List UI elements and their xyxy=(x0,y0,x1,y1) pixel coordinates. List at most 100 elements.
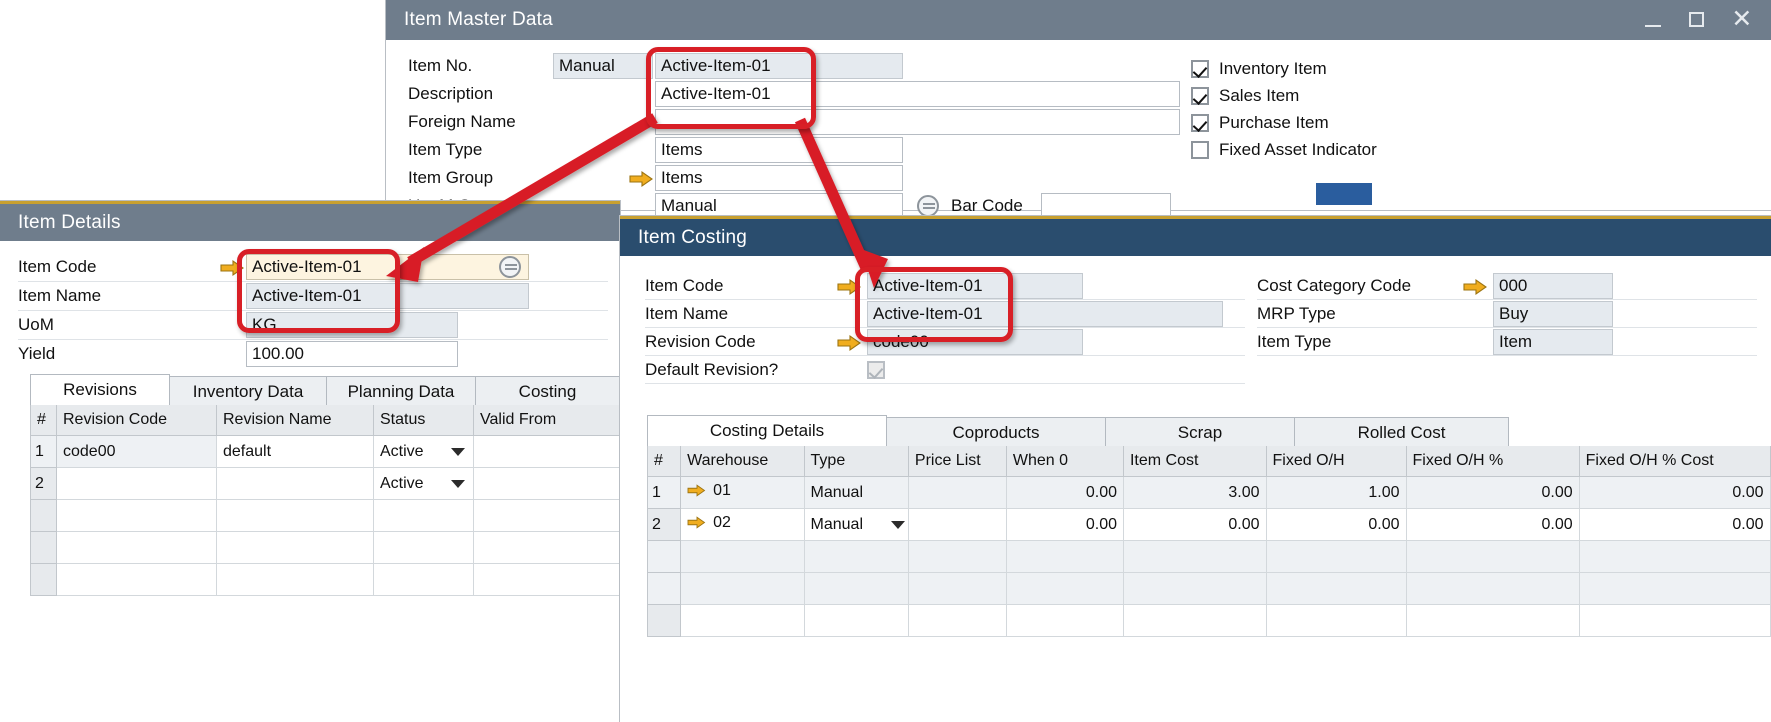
maximize-icon[interactable] xyxy=(1687,9,1709,31)
cell-item-cost[interactable]: 3.00 xyxy=(1123,477,1266,509)
col-type[interactable]: Type xyxy=(804,446,908,477)
cell-when-0[interactable] xyxy=(1006,541,1123,573)
titlebar-item-details[interactable]: Item Details xyxy=(0,201,620,241)
table-row[interactable]: 2 Active xyxy=(31,468,621,500)
cell-item-cost[interactable]: 0.00 xyxy=(1123,509,1266,541)
cell-status[interactable]: Active xyxy=(374,436,474,468)
select-item-group[interactable]: Items xyxy=(655,165,903,191)
select-item-type[interactable]: Items xyxy=(655,137,903,163)
input-item-name[interactable]: Active-Item-01 xyxy=(246,283,529,309)
cell-warehouse[interactable] xyxy=(681,541,804,573)
link-arrow-icon-item-code[interactable] xyxy=(220,257,246,277)
cell-fixed-oh-pct-cost[interactable] xyxy=(1579,605,1770,637)
cell-type[interactable] xyxy=(804,573,908,605)
cell-valid-from[interactable] xyxy=(474,436,621,468)
list-icon-item-code[interactable] xyxy=(499,256,521,278)
cell-fixed-oh[interactable] xyxy=(1266,541,1406,573)
cell-type[interactable]: Manual xyxy=(804,509,908,541)
titlebar-item-master-data[interactable]: Item Master Data ✕ xyxy=(386,0,1771,40)
tab-planning-data[interactable]: Planning Data xyxy=(326,376,476,405)
table-row[interactable] xyxy=(648,573,1771,605)
cell-fixed-oh-pct[interactable] xyxy=(1406,541,1579,573)
checkbox-inventory-item[interactable] xyxy=(1191,60,1209,78)
cell-revision-code[interactable] xyxy=(57,532,217,564)
cell-revision-name[interactable] xyxy=(217,532,374,564)
input-revision-code[interactable]: code00 xyxy=(867,329,1083,355)
checkbox-row-fixed-asset-indicator[interactable]: Fixed Asset Indicator xyxy=(1191,136,1377,163)
table-row[interactable] xyxy=(31,532,621,564)
cell-valid-from[interactable] xyxy=(474,532,621,564)
cell-fixed-oh-pct[interactable] xyxy=(1406,605,1579,637)
cell-revision-code[interactable] xyxy=(57,564,217,596)
table-row[interactable] xyxy=(648,541,1771,573)
cell-fixed-oh-pct-cost[interactable] xyxy=(1579,541,1770,573)
col-item-cost[interactable]: Item Cost xyxy=(1123,446,1266,477)
input-mrp-type[interactable]: Buy xyxy=(1493,301,1613,327)
cell-revision-code[interactable]: code00 xyxy=(57,436,217,468)
cell-warehouse[interactable] xyxy=(681,605,804,637)
cell-fixed-oh[interactable] xyxy=(1266,605,1406,637)
input-item-code[interactable]: Active-Item-01 xyxy=(246,254,529,280)
cell-fixed-oh-pct[interactable] xyxy=(1406,573,1579,605)
minimize-icon[interactable] xyxy=(1643,9,1665,31)
cell-status[interactable] xyxy=(374,564,474,596)
table-row[interactable] xyxy=(31,500,621,532)
col-revision-name[interactable]: Revision Name xyxy=(217,405,374,436)
table-row[interactable] xyxy=(31,564,621,596)
cell-item-cost[interactable] xyxy=(1123,541,1266,573)
checkbox-sales-item[interactable] xyxy=(1191,87,1209,105)
cell-revision-name[interactable] xyxy=(217,500,374,532)
table-row[interactable]: 2 02 Manual 0.00 0.00 0. xyxy=(648,509,1771,541)
cell-revision-name[interactable] xyxy=(217,468,374,500)
titlebar-item-costing[interactable]: Item Costing xyxy=(620,216,1771,256)
cell-fixed-oh[interactable]: 1.00 xyxy=(1266,477,1406,509)
cell-price-list[interactable] xyxy=(908,541,1006,573)
col-fixed-oh-pct-cost[interactable]: Fixed O/H % Cost xyxy=(1579,446,1770,477)
link-arrow-icon-revision-code[interactable] xyxy=(837,332,863,352)
input-yield[interactable]: 100.00 xyxy=(246,341,458,367)
col-fixed-oh[interactable]: Fixed O/H xyxy=(1266,446,1406,477)
link-arrow-icon-warehouse[interactable] xyxy=(687,483,707,503)
cell-price-list[interactable] xyxy=(908,573,1006,605)
cell-price-list[interactable] xyxy=(908,605,1006,637)
input-item-name[interactable]: Active-Item-01 xyxy=(867,301,1223,327)
link-arrow-icon-cost-category[interactable] xyxy=(1463,276,1489,296)
primary-action-button[interactable] xyxy=(1316,183,1372,205)
tab-inventory-data[interactable]: Inventory Data xyxy=(169,376,327,405)
cell-when-0[interactable]: 0.00 xyxy=(1006,509,1123,541)
cell-type[interactable]: Manual xyxy=(804,477,908,509)
cell-warehouse[interactable]: 01 xyxy=(681,477,804,509)
col-warehouse[interactable]: Warehouse xyxy=(681,446,804,477)
input-cost-category-code[interactable]: 000 xyxy=(1493,273,1613,299)
col-index[interactable]: # xyxy=(31,405,57,436)
checkbox-row-inventory-item[interactable]: Inventory Item xyxy=(1191,55,1377,82)
chevron-down-icon[interactable] xyxy=(451,448,465,456)
spinner-icon-uom[interactable] xyxy=(917,195,939,217)
tab-costing[interactable]: Costing xyxy=(475,376,620,405)
cell-type[interactable] xyxy=(804,605,908,637)
cell-fixed-oh-pct[interactable]: 0.00 xyxy=(1406,477,1579,509)
checkbox-row-purchase-item[interactable]: Purchase Item xyxy=(1191,109,1377,136)
cell-price-list[interactable] xyxy=(908,477,1006,509)
cell-when-0[interactable] xyxy=(1006,605,1123,637)
cell-valid-from[interactable] xyxy=(474,468,621,500)
tab-scrap[interactable]: Scrap xyxy=(1105,417,1295,446)
cell-warehouse[interactable] xyxy=(681,573,804,605)
input-description[interactable]: Active-Item-01 xyxy=(655,81,1180,107)
cell-status[interactable] xyxy=(374,500,474,532)
tab-coproducts[interactable]: Coproducts xyxy=(886,417,1106,446)
cell-revision-code[interactable] xyxy=(57,500,217,532)
close-icon[interactable]: ✕ xyxy=(1731,9,1753,31)
col-valid-from[interactable]: Valid From xyxy=(474,405,621,436)
tab-costing-details[interactable]: Costing Details xyxy=(647,415,887,446)
cell-status[interactable] xyxy=(374,532,474,564)
col-status[interactable]: Status xyxy=(374,405,474,436)
input-item-code[interactable]: Active-Item-01 xyxy=(867,273,1083,299)
tab-rolled-cost[interactable]: Rolled Cost xyxy=(1294,417,1509,446)
cell-valid-from[interactable] xyxy=(474,500,621,532)
col-index[interactable]: # xyxy=(648,446,681,477)
link-arrow-icon-item-code[interactable] xyxy=(837,276,863,296)
cell-type[interactable] xyxy=(804,541,908,573)
input-item-type[interactable]: Item xyxy=(1493,329,1613,355)
chevron-down-icon[interactable] xyxy=(891,521,905,529)
